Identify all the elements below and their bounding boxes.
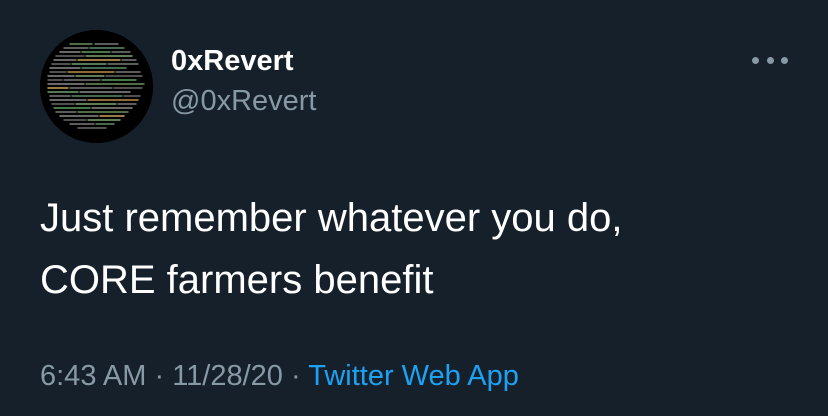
- more-options-dot: [781, 56, 788, 64]
- avatar-code-image: [40, 30, 153, 143]
- more-options-dot: [752, 56, 759, 64]
- more-options-icon[interactable]: [752, 50, 788, 70]
- tweet-metadata: 6:43 AM · 11/28/20 · Twitter Web App: [40, 356, 519, 396]
- more-options-dot: [766, 56, 774, 64]
- tweet-source-link[interactable]: Twitter Web App: [308, 360, 519, 392]
- user-handle[interactable]: @0xRevert: [171, 84, 316, 118]
- tweet-text: Just remember whatever you do, CORE farm…: [40, 187, 800, 311]
- avatar[interactable]: [40, 30, 153, 143]
- meta-separator: ·: [154, 360, 165, 392]
- display-name[interactable]: 0xRevert: [171, 44, 294, 78]
- tweet-text-line: Just remember whatever you do,: [40, 196, 623, 240]
- tweet-date[interactable]: 11/28/20: [172, 360, 283, 392]
- tweet-card: 0xRevert @0xRevert Just remember whateve…: [0, 0, 828, 416]
- tweet-time[interactable]: 6:43 AM: [40, 360, 146, 392]
- tweet-text-line: CORE farmers benefit: [40, 258, 434, 302]
- meta-separator: ·: [291, 360, 301, 392]
